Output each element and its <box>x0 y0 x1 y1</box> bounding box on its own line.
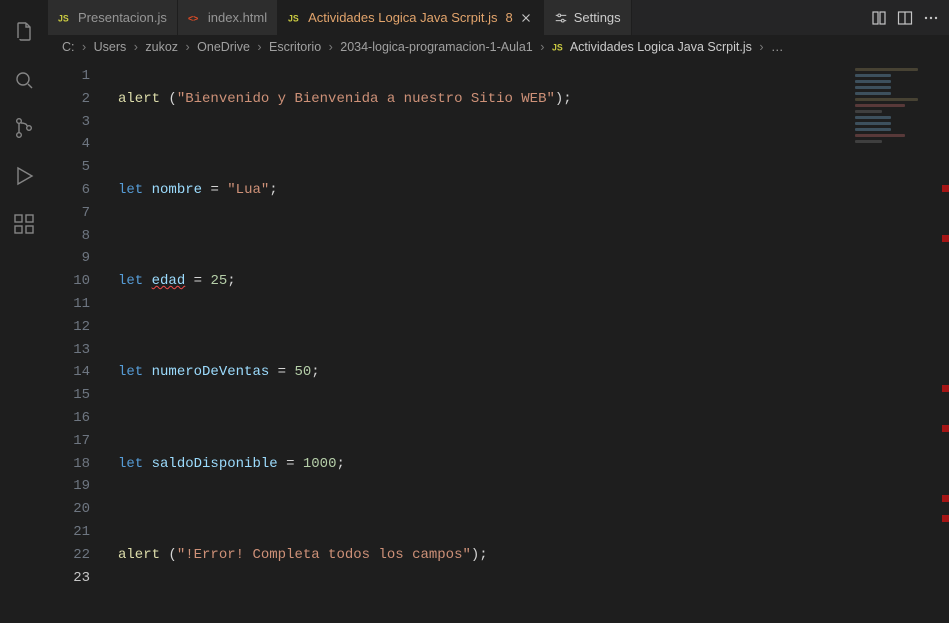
tab-label: Actividades Logica Java Scrpit.js <box>308 10 497 25</box>
source-control-icon[interactable] <box>0 104 48 152</box>
problem-badge: 8 <box>505 10 512 25</box>
code-area[interactable]: alert ("Bienvenido y Bienvenida a nuestr… <box>106 59 949 623</box>
svg-text:JS: JS <box>552 43 563 53</box>
overview-ruler[interactable] <box>942 65 949 585</box>
svg-text:JS: JS <box>58 13 69 23</box>
settings-icon <box>554 11 568 25</box>
editor[interactable]: 1234567891011121314151617181920212223 al… <box>48 59 949 623</box>
explorer-icon[interactable] <box>0 8 48 56</box>
line-number: 22 <box>48 544 90 567</box>
js-icon: JS <box>552 40 566 54</box>
line-number: 12 <box>48 316 90 339</box>
line-number: 4 <box>48 133 90 156</box>
line-number: 17 <box>48 430 90 453</box>
line-number: 2 <box>48 88 90 111</box>
compare-icon[interactable] <box>871 10 887 26</box>
line-number: 11 <box>48 293 90 316</box>
line-number: 18 <box>48 453 90 476</box>
tab-label: index.html <box>208 10 267 25</box>
tab-settings[interactable]: Settings <box>544 0 632 35</box>
tab-actions <box>861 0 949 35</box>
js-icon: JS <box>58 11 72 25</box>
run-debug-icon[interactable] <box>0 152 48 200</box>
split-editor-icon[interactable] <box>897 10 913 26</box>
crumb[interactable]: C: <box>62 40 75 54</box>
crumb[interactable]: OneDrive <box>197 40 250 54</box>
js-icon: JS <box>288 11 302 25</box>
line-number: 15 <box>48 384 90 407</box>
line-number: 5 <box>48 156 90 179</box>
line-number-gutter: 1234567891011121314151617181920212223 <box>48 59 106 623</box>
html-icon: <> <box>188 11 202 25</box>
extensions-icon[interactable] <box>0 200 48 248</box>
line-number: 9 <box>48 247 90 270</box>
crumb-file[interactable]: Actividades Logica Java Scrpit.js <box>570 40 752 54</box>
error-marker[interactable] <box>942 385 949 392</box>
line-number: 6 <box>48 179 90 202</box>
tab-bar: JS Presentacion.js <> index.html JS Acti… <box>48 0 949 35</box>
line-number: 1 <box>48 65 90 88</box>
crumb[interactable]: zukoz <box>145 40 178 54</box>
error-marker[interactable] <box>942 515 949 522</box>
tab-index[interactable]: <> index.html <box>178 0 278 35</box>
crumb[interactable]: Escritorio <box>269 40 321 54</box>
svg-text:<>: <> <box>188 13 198 23</box>
line-number: 7 <box>48 202 90 225</box>
error-marker[interactable] <box>942 425 949 432</box>
tab-label: Presentacion.js <box>78 10 167 25</box>
line-number: 14 <box>48 361 90 384</box>
main-area: JS Presentacion.js <> index.html JS Acti… <box>48 0 949 623</box>
more-icon[interactable] <box>923 10 939 26</box>
error-marker[interactable] <box>942 235 949 242</box>
line-number: 23 <box>48 567 90 590</box>
error-marker[interactable] <box>942 495 949 502</box>
tab-label: Settings <box>574 10 621 25</box>
svg-text:JS: JS <box>288 13 299 23</box>
crumb[interactable]: Users <box>94 40 127 54</box>
error-marker[interactable] <box>942 185 949 192</box>
search-icon[interactable] <box>0 56 48 104</box>
crumb[interactable]: 2034-logica-programacion-1-Aula1 <box>340 40 532 54</box>
line-number: 10 <box>48 270 90 293</box>
line-number: 21 <box>48 521 90 544</box>
activity-bar <box>0 0 48 623</box>
line-number: 3 <box>48 111 90 134</box>
line-number: 16 <box>48 407 90 430</box>
tab-presentacion[interactable]: JS Presentacion.js <box>48 0 178 35</box>
line-number: 8 <box>48 225 90 248</box>
tab-actividades[interactable]: JS Actividades Logica Java Scrpit.js 8 <box>278 0 544 35</box>
minimap[interactable] <box>849 65 939 155</box>
line-number: 13 <box>48 339 90 362</box>
line-number: 19 <box>48 475 90 498</box>
breadcrumbs[interactable]: C: › Users › zukoz › OneDrive › Escritor… <box>48 35 949 59</box>
line-number: 20 <box>48 498 90 521</box>
crumb-trailing: … <box>771 40 784 54</box>
close-icon[interactable] <box>519 11 533 25</box>
